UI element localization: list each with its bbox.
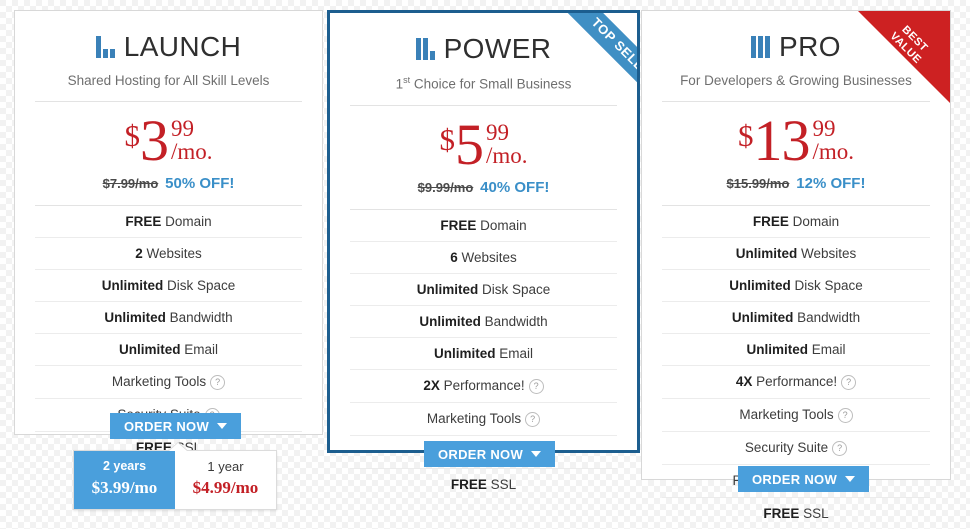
list-item: Unlimited Bandwidth xyxy=(350,306,617,338)
plan-price: $ 5 99 /mo. $9.99/mo 40% OFF! xyxy=(350,106,617,195)
price-cents: 99 xyxy=(485,119,509,145)
plan-tagline: 1st Choice for Small Business xyxy=(350,75,617,106)
old-price: $9.99/mo xyxy=(417,179,474,195)
list-item: Unlimited Email xyxy=(350,338,617,370)
plan-header-launch: LAUNCH xyxy=(35,11,302,61)
list-item: FREE SSL xyxy=(450,476,517,492)
discount-badge: 50% OFF! xyxy=(165,175,235,193)
list-item: Unlimited Disk Space xyxy=(35,270,302,303)
price-whole: 5 xyxy=(454,111,484,177)
list-item: Unlimited Disk Space xyxy=(350,274,617,306)
chevron-down-icon xyxy=(531,451,542,457)
order-now-button-launch[interactable]: ORDER NOW xyxy=(110,413,242,439)
plan-title: POWER xyxy=(443,33,552,64)
discount-badge: 40% OFF! xyxy=(480,178,550,196)
list-item: FREE Domain xyxy=(350,210,617,242)
list-item: Marketing Tools? xyxy=(662,399,930,433)
list-item: 4X Performance!? xyxy=(662,366,930,400)
price-whole: 3 xyxy=(139,108,169,173)
discount-row: $7.99/mo 50% OFF! xyxy=(35,176,302,191)
chevron-down-icon xyxy=(217,423,228,429)
order-now-button-power[interactable]: ORDER NOW xyxy=(424,441,556,467)
old-price: $15.99/mo xyxy=(726,176,790,192)
term-price: $4.99/mo xyxy=(192,478,259,498)
plan-header-power: POWER xyxy=(350,13,617,63)
help-icon[interactable]: ? xyxy=(210,375,226,391)
list-item: Marketing Tools? xyxy=(350,403,617,436)
help-icon[interactable]: ? xyxy=(528,378,544,394)
plan-price: $ 13 99 /mo. $15.99/mo 12% OFF! xyxy=(662,102,930,191)
list-item: 2 Websites xyxy=(35,238,302,271)
list-item: FREE Domain xyxy=(662,206,930,239)
price-period: /mo. xyxy=(170,139,213,164)
term-label: 2 years xyxy=(102,459,147,473)
discount-badge: 12% OFF! xyxy=(796,175,866,193)
price-whole: 13 xyxy=(753,108,810,173)
help-icon[interactable]: ? xyxy=(832,441,848,457)
list-item: 6 Websites xyxy=(350,242,617,274)
price-period: /mo. xyxy=(485,142,528,168)
list-item: FREE SSL xyxy=(763,506,829,522)
chevron-down-icon xyxy=(845,476,856,482)
list-item: Unlimited Websites xyxy=(662,238,930,271)
bar-chart-one-tall-icon xyxy=(95,36,115,58)
pointer-arrow-icon xyxy=(169,443,187,451)
list-item: FREE Domain xyxy=(35,206,302,239)
discount-row: $9.99/mo 40% OFF! xyxy=(350,180,617,195)
term-label: 1 year xyxy=(207,459,244,474)
price-cents: 99 xyxy=(170,116,194,141)
list-item: Unlimited Disk Space xyxy=(662,270,930,303)
price-currency: $ xyxy=(737,118,754,153)
discount-row: $15.99/mo 12% OFF! xyxy=(662,176,930,191)
order-button-label: ORDER NOW xyxy=(752,471,838,487)
list-item: Unlimited Bandwidth xyxy=(662,302,930,335)
list-item: Unlimited Email xyxy=(662,334,930,367)
term-option-2-years[interactable]: 2 years $3.99/mo xyxy=(74,451,175,509)
plan-card-power[interactable]: TOP SELLER POWER 1st Choice for Small Bu… xyxy=(327,10,640,492)
bar-chart-three-tall-icon xyxy=(751,36,771,58)
list-item: Unlimited Bandwidth xyxy=(35,302,302,335)
plan-card-launch[interactable]: LAUNCH Shared Hosting for All Skill Leve… xyxy=(14,10,323,455)
price-cents: 99 xyxy=(812,116,836,141)
plan-card-pro[interactable]: BEST VALUE PRO For Developers & Growing … xyxy=(641,10,951,521)
price-currency: $ xyxy=(439,121,455,157)
price-currency: $ xyxy=(124,118,140,153)
bar-chart-two-tall-icon xyxy=(415,38,435,60)
list-item: 2X Performance!? xyxy=(350,370,617,403)
order-button-label: ORDER NOW xyxy=(438,446,524,462)
plan-title: PRO xyxy=(779,31,841,62)
term-price: $3.99/mo xyxy=(91,477,158,497)
term-option-1-year[interactable]: 1 year $4.99/mo xyxy=(175,451,276,509)
order-now-button-pro[interactable]: ORDER NOW xyxy=(738,466,870,492)
order-button-label: ORDER NOW xyxy=(124,418,210,434)
list-item: Marketing Tools? xyxy=(35,366,302,400)
list-item: Unlimited Email xyxy=(35,334,302,367)
old-price: $7.99/mo xyxy=(102,176,159,192)
help-icon[interactable]: ? xyxy=(841,375,857,391)
plan-tagline: Shared Hosting for All Skill Levels xyxy=(35,73,302,102)
pricing-table: LAUNCH Shared Hosting for All Skill Leve… xyxy=(0,0,970,521)
term-selector[interactable]: 2 years $3.99/mo 1 year $4.99/mo xyxy=(73,443,277,510)
list-item: Security Suite? xyxy=(662,432,930,466)
price-period: /mo. xyxy=(812,139,855,164)
plan-title: LAUNCH xyxy=(123,31,242,62)
help-icon[interactable]: ? xyxy=(525,411,541,427)
help-icon[interactable]: ? xyxy=(837,408,853,424)
plan-price: $ 3 99 /mo. $7.99/mo 50% OFF! xyxy=(35,102,302,191)
